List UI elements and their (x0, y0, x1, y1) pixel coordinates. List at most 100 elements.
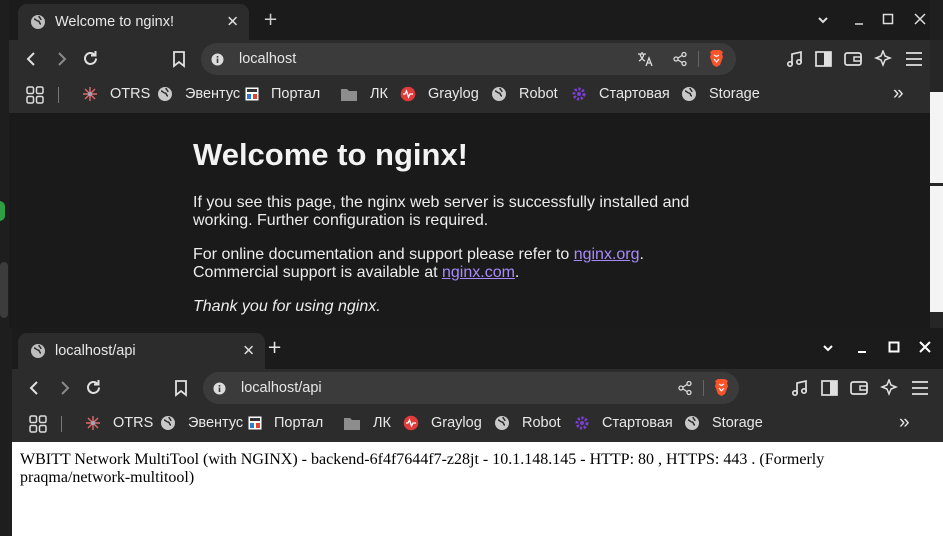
wallet-icon[interactable] (844, 51, 862, 67)
globe-icon (681, 86, 703, 102)
address-bar[interactable]: localhost/api (203, 372, 739, 404)
maximize-button[interactable] (881, 12, 895, 26)
globe-icon (160, 415, 182, 431)
new-tab-button[interactable]: + (263, 11, 278, 29)
reload-icon[interactable] (84, 378, 103, 397)
dock-indicator (0, 201, 5, 221)
bookmark-label: Портал (271, 86, 321, 102)
media-icon[interactable] (786, 50, 804, 68)
bookmarks-overflow-button[interactable]: » (899, 412, 910, 434)
bookmark-label: ЛК (373, 415, 391, 431)
folder-icon (340, 87, 364, 102)
tab-welcome-nginx[interactable]: Welcome to nginx! ✕ (18, 4, 249, 40)
bookmarks-separator (58, 87, 59, 103)
url-text[interactable]: localhost (239, 51, 296, 67)
info-icon[interactable] (211, 53, 224, 66)
forward-arrow-icon[interactable] (55, 379, 73, 397)
tab-search-dropdown-icon[interactable] (821, 341, 835, 355)
tab-strip: localhost/api ✕ + (12, 328, 943, 369)
globe-icon (31, 15, 45, 29)
globe-icon (684, 415, 706, 431)
reload-icon[interactable] (81, 49, 100, 68)
intro-paragraph: If you see this page, the nginx web serv… (193, 194, 690, 229)
sidebar-icon[interactable] (815, 51, 832, 67)
address-bar[interactable]: localhost (201, 43, 736, 75)
minimize-button[interactable] (852, 13, 866, 27)
brave-shields-icon[interactable] (708, 49, 725, 68)
dock-item[interactable] (0, 262, 8, 318)
bookmark-5[interactable]: Graylog (400, 86, 479, 102)
multitool-body-text: WBITT Network MultiTool (with NGINX) - b… (20, 451, 825, 486)
bookmark-label: OTRS (110, 86, 151, 102)
portal-icon (248, 416, 268, 430)
tab-localhost-api[interactable]: localhost/api ✕ (18, 333, 265, 369)
bookmarks-bar: OTRS Эвентус Портал ЛК Graylog Robot Стартовая… (9, 78, 930, 113)
page-heading: Welcome to nginx! (193, 137, 469, 172)
bookmark-3[interactable]: Портал (248, 415, 323, 431)
translate-icon[interactable] (637, 51, 654, 67)
bookmark-2[interactable]: Эвентус (157, 86, 240, 102)
new-tab-button[interactable]: + (267, 339, 282, 357)
globe-icon (31, 344, 45, 358)
bookmark-3[interactable]: Портал (245, 86, 320, 102)
bookmark-icon[interactable] (171, 50, 187, 68)
bookmark-label: Эвентус (188, 415, 244, 431)
info-icon[interactable] (213, 382, 226, 395)
bookmark-label: Graylog (428, 86, 479, 102)
multitool-page: WBITT Network MultiTool (with NGINX) - b… (12, 442, 943, 536)
wallet-icon[interactable] (850, 380, 868, 396)
back-arrow-icon[interactable] (26, 379, 44, 397)
docs-text: For online documentation and support ple… (193, 246, 574, 263)
share-icon[interactable] (677, 380, 693, 396)
apps-icon[interactable] (26, 86, 50, 104)
menu-icon[interactable] (911, 380, 929, 396)
bookmark-7[interactable]: Стартовая (574, 415, 673, 431)
leo-ai-icon[interactable] (874, 50, 892, 68)
bookmark-1[interactable]: OTRS (85, 415, 153, 431)
forward-arrow-icon[interactable] (52, 50, 70, 68)
bookmark-8[interactable]: Storage (684, 415, 763, 431)
bookmark-label: Эвентус (185, 86, 241, 102)
share-icon[interactable] (672, 51, 688, 67)
menu-icon[interactable] (905, 51, 923, 67)
bookmark-icon[interactable] (173, 379, 189, 397)
url-text[interactable]: localhost/api (241, 380, 322, 396)
sidebar-icon[interactable] (821, 380, 838, 396)
bookmark-5[interactable]: Graylog (403, 415, 482, 431)
media-icon[interactable] (791, 379, 809, 397)
bookmark-6[interactable]: Robot (494, 415, 561, 431)
bookmark-4[interactable]: ЛК (343, 415, 391, 431)
bookmark-label: Стартовая (599, 86, 670, 102)
nginx-com-link[interactable]: nginx.com (442, 264, 515, 281)
tab-close-button[interactable]: ✕ (242, 343, 255, 359)
docs-period: . (639, 246, 644, 263)
bookmark-6[interactable]: Robot (491, 86, 558, 102)
divider (698, 51, 699, 67)
apps-icon[interactable] (29, 415, 53, 433)
bookmark-label: ЛК (370, 86, 388, 102)
tab-title: Welcome to nginx! (55, 14, 175, 30)
back-arrow-icon[interactable] (23, 50, 41, 68)
maximize-button[interactable] (887, 340, 901, 354)
nginx-welcome-page: Welcome to nginx! If you see this page, … (9, 113, 930, 328)
minimize-button[interactable] (855, 341, 869, 355)
close-window-button[interactable] (913, 12, 927, 26)
otrs-icon (82, 86, 104, 102)
close-window-button[interactable] (918, 340, 932, 354)
nginx-org-link[interactable]: nginx.org (574, 246, 640, 263)
tab-close-button[interactable]: ✕ (226, 14, 239, 30)
globe-icon (157, 86, 179, 102)
otrs-icon (85, 415, 107, 431)
bookmark-4[interactable]: ЛК (340, 86, 388, 102)
leo-ai-icon[interactable] (880, 379, 898, 397)
bookmark-1[interactable]: OTRS (82, 86, 150, 102)
brave-shields-icon[interactable] (713, 378, 730, 397)
bookmark-2[interactable]: Эвентус (160, 415, 243, 431)
portal-icon (245, 87, 265, 101)
thanks-text: Thank you for using nginx. (193, 298, 381, 315)
bookmark-label: Storage (712, 415, 763, 431)
tab-search-dropdown-icon[interactable] (816, 13, 830, 27)
bookmarks-overflow-button[interactable]: » (893, 83, 904, 105)
bookmark-8[interactable]: Storage (681, 86, 760, 102)
bookmark-7[interactable]: Стартовая (571, 86, 670, 102)
